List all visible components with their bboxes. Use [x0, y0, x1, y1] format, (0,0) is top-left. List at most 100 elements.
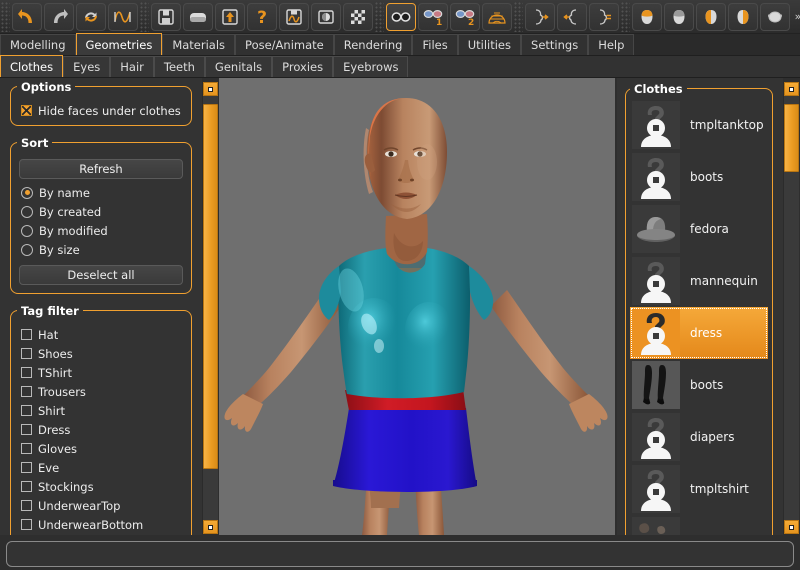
- left-scrollbar-up-arrow[interactable]: [203, 82, 218, 96]
- tag-trousers-checkbox[interactable]: [21, 386, 32, 397]
- sort-by-size-radio[interactable]: [21, 243, 33, 256]
- tag-shoes-row[interactable]: Shoes: [21, 344, 183, 363]
- smooth-shading-button[interactable]: [386, 2, 416, 31]
- tab-materials[interactable]: Materials: [162, 34, 236, 55]
- sort-by-modified-row[interactable]: By modified: [21, 221, 183, 240]
- 3d-viewport[interactable]: [219, 78, 615, 535]
- back-view-button[interactable]: [664, 2, 694, 31]
- clothes-item-boots-2[interactable]: boots: [630, 359, 768, 411]
- subtab-eyes[interactable]: Eyes: [63, 56, 111, 77]
- tab-geometries[interactable]: Geometries: [75, 33, 163, 55]
- toolbar-grip-handle-4[interactable]: [514, 1, 523, 32]
- toolbar-overflow-button[interactable]: »: [791, 3, 800, 31]
- sort-by-created-radio[interactable]: [21, 205, 33, 218]
- clothes-list-scrollbar[interactable]: [783, 82, 799, 534]
- hide-faces-checkbox[interactable]: [21, 105, 32, 116]
- tag-shirt-row[interactable]: Shirt: [21, 401, 183, 420]
- front-view-button[interactable]: [632, 2, 662, 31]
- deselect-all-button[interactable]: Deselect all: [19, 265, 183, 285]
- clothes-item-boots-1[interactable]: boots: [630, 151, 768, 203]
- right-scrollbar-up-arrow[interactable]: [784, 82, 799, 96]
- subtab-teeth[interactable]: Teeth: [153, 56, 205, 77]
- stereo-2-button[interactable]: 2: [450, 2, 480, 31]
- tag-trousers-row[interactable]: Trousers: [21, 382, 183, 401]
- clothes-item-diapers[interactable]: diapers: [630, 411, 768, 463]
- left-scrollbar-down-arrow[interactable]: [203, 520, 218, 534]
- subtab-proxies[interactable]: Proxies: [272, 56, 334, 77]
- subtab-genitals[interactable]: Genitals: [204, 56, 273, 77]
- tag-dress-checkbox[interactable]: [21, 424, 32, 435]
- sort-by-name-radio[interactable]: [21, 186, 33, 199]
- export-button[interactable]: [215, 2, 245, 31]
- toolbar-grip-handle[interactable]: [1, 1, 10, 32]
- sort-by-modified-radio[interactable]: [21, 224, 33, 237]
- sort-by-created-row[interactable]: By created: [21, 202, 183, 221]
- tag-underwearbottom-checkbox[interactable]: [21, 519, 32, 530]
- refresh-button[interactable]: Refresh: [19, 159, 183, 179]
- tab-rendering[interactable]: Rendering: [333, 34, 413, 55]
- toolbar-grip-handle-5[interactable]: [621, 1, 630, 32]
- wireframe-globe-button[interactable]: [482, 2, 512, 31]
- tag-stockings-row[interactable]: Stockings: [21, 477, 183, 496]
- symmetry-left-button[interactable]: [557, 2, 587, 31]
- tag-eve-row[interactable]: Eve: [21, 458, 183, 477]
- stereo-1-button[interactable]: 1: [418, 2, 448, 31]
- tag-shoes-checkbox[interactable]: [21, 348, 32, 359]
- clothes-item-tmpltanktop[interactable]: tmpltanktop: [630, 99, 768, 151]
- right-view-button[interactable]: [728, 2, 758, 31]
- tag-hat-row[interactable]: Hat: [21, 325, 183, 344]
- tag-underwearbottom-row[interactable]: UnderwearBottom: [21, 515, 183, 534]
- undo-button[interactable]: [12, 2, 42, 31]
- clothes-item-tmpltshirt[interactable]: tmpltshirt: [630, 463, 768, 515]
- clothes-list[interactable]: tmpltanktop boots fedora mannequin dress…: [627, 99, 771, 535]
- toolbar-grip-handle-3[interactable]: [375, 1, 384, 32]
- sort-by-name-row[interactable]: By name: [21, 183, 183, 202]
- left-view-button[interactable]: [696, 2, 726, 31]
- tag-eve-checkbox[interactable]: [21, 462, 32, 473]
- save-button[interactable]: [151, 2, 181, 31]
- subtab-eyebrows[interactable]: Eyebrows: [333, 56, 409, 77]
- tag-tshirt-row[interactable]: TShirt: [21, 363, 183, 382]
- clothes-item-partial[interactable]: [630, 515, 768, 535]
- tab-help[interactable]: Help: [588, 34, 635, 55]
- tag-hat-checkbox[interactable]: [21, 329, 32, 340]
- clothes-item-dress[interactable]: dress: [630, 307, 768, 359]
- load-button[interactable]: [183, 2, 213, 31]
- clothes-item-mannequin[interactable]: mannequin: [630, 255, 768, 307]
- tag-underweartop-checkbox[interactable]: [21, 500, 32, 511]
- tab-modelling[interactable]: Modelling: [0, 34, 76, 55]
- right-scrollbar-down-arrow[interactable]: [784, 520, 799, 534]
- reset-mesh-button[interactable]: [76, 2, 106, 31]
- tab-settings[interactable]: Settings: [521, 34, 589, 55]
- tag-underweartop-row[interactable]: UnderwearTop: [21, 496, 183, 515]
- tag-gloves-checkbox[interactable]: [21, 443, 32, 454]
- tag-dress-row[interactable]: Dress: [21, 420, 183, 439]
- redo-button[interactable]: [44, 2, 74, 31]
- option-hide-faces-row[interactable]: Hide faces under clothes: [21, 101, 183, 120]
- tag-shirt-label: Shirt: [38, 403, 66, 418]
- symmetry-button[interactable]: [589, 2, 619, 31]
- tab-files[interactable]: Files: [412, 34, 458, 55]
- tab-pose-animate[interactable]: Pose/Animate: [235, 34, 334, 55]
- clothes-item-fedora[interactable]: fedora: [630, 203, 768, 255]
- toolbar-grip-handle-2[interactable]: [140, 1, 149, 32]
- sort-by-size-row[interactable]: By size: [21, 240, 183, 259]
- background-button[interactable]: [343, 2, 373, 31]
- symmetry-right-button[interactable]: [525, 2, 555, 31]
- smooth-curve-button[interactable]: [108, 2, 138, 31]
- right-scrollbar-thumb[interactable]: [784, 104, 799, 172]
- tag-tshirt-checkbox[interactable]: [21, 367, 32, 378]
- subtab-clothes[interactable]: Clothes: [0, 55, 64, 77]
- left-scrollbar-thumb[interactable]: [203, 104, 218, 469]
- grab-screen-button[interactable]: [311, 2, 341, 31]
- viewport-canvas[interactable]: [219, 78, 615, 535]
- tag-gloves-row[interactable]: Gloves: [21, 439, 183, 458]
- save-target-button[interactable]: [279, 2, 309, 31]
- subtab-hair[interactable]: Hair: [110, 56, 154, 77]
- left-panel-scrollbar[interactable]: [202, 82, 218, 534]
- help-button[interactable]: ?: [247, 2, 277, 31]
- tab-utilities[interactable]: Utilities: [457, 34, 522, 55]
- tag-shirt-checkbox[interactable]: [21, 405, 32, 416]
- top-view-button[interactable]: [760, 2, 790, 31]
- tag-stockings-checkbox[interactable]: [21, 481, 32, 492]
